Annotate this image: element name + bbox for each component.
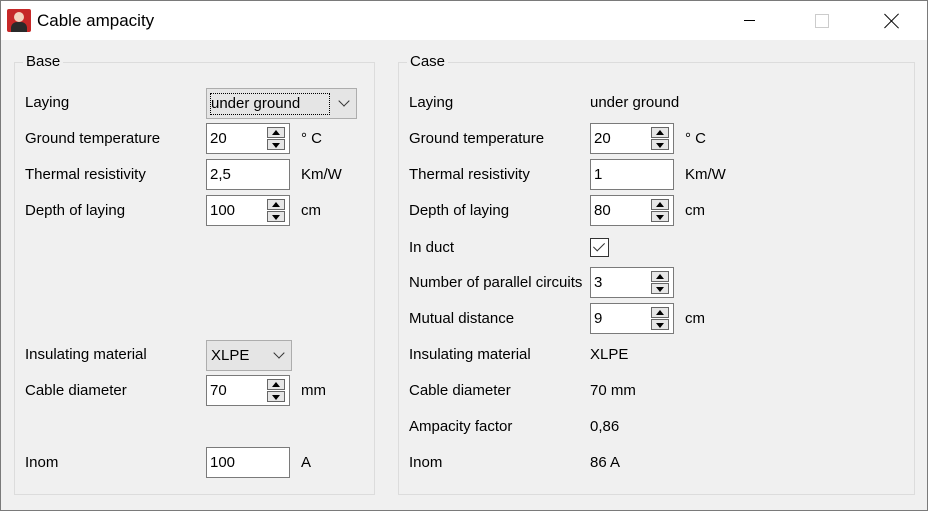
minimize-button[interactable]	[726, 1, 772, 40]
case-parallel-circuits-spinner[interactable]: 3	[590, 267, 674, 298]
window-title: Cable ampacity	[37, 11, 155, 30]
base-depth-spinner[interactable]: 100	[206, 195, 290, 226]
case-laying-label: Laying	[409, 94, 454, 111]
case-thermal-resistivity-unit: Km/W	[685, 166, 726, 183]
base-depth-unit: cm	[301, 202, 321, 219]
cable-ampacity-window: Cable ampacity Base Laying under ground …	[0, 0, 928, 511]
chevron-down-icon	[274, 349, 284, 359]
minimize-icon	[743, 20, 755, 21]
app-icon-head	[14, 12, 24, 22]
title-bar[interactable]: Cable ampacity	[1, 1, 927, 40]
spinner-arrows	[651, 127, 669, 150]
spin-down-arrow-icon[interactable]	[651, 283, 669, 294]
case-mutual-distance-value: 9	[594, 310, 603, 327]
app-icon-body	[11, 22, 27, 32]
base-laying-value: under ground	[211, 95, 301, 112]
base-insulating-material-label: Insulating material	[25, 346, 147, 363]
case-mutual-distance-unit: cm	[685, 310, 705, 327]
case-mutual-distance-label: Mutual distance	[409, 310, 515, 327]
base-cable-diameter-unit: mm	[301, 382, 326, 399]
case-ground-temperature-value: 20	[594, 130, 611, 147]
base-thermal-resistivity-input[interactable]: 2,5	[206, 159, 290, 190]
case-cable-diameter-value: 70 mm	[590, 382, 636, 399]
spin-up-arrow-icon[interactable]	[267, 379, 285, 390]
maximize-button[interactable]	[799, 1, 845, 40]
spin-up-arrow-icon[interactable]	[651, 271, 669, 282]
checkmark-icon	[592, 239, 606, 252]
base-laying-label: Laying	[25, 94, 70, 111]
spinner-arrows	[267, 379, 285, 402]
case-group-title: Case	[407, 53, 449, 70]
base-inom-label: Inom	[25, 454, 59, 471]
spinner-arrows	[651, 271, 669, 294]
case-insulating-material-value: XLPE	[590, 346, 629, 363]
case-in-duct-checkbox[interactable]	[590, 238, 609, 257]
close-button[interactable]	[869, 1, 915, 40]
base-inom-unit: A	[301, 454, 312, 471]
spin-up-arrow-icon[interactable]	[267, 199, 285, 210]
case-ampacity-factor-label: Ampacity factor	[409, 418, 513, 435]
base-inom-value: 100	[210, 454, 236, 471]
spin-up-arrow-icon[interactable]	[651, 127, 669, 138]
case-depth-unit: cm	[685, 202, 705, 219]
spinner-arrows	[651, 199, 669, 222]
spin-down-arrow-icon[interactable]	[267, 391, 285, 402]
spinner-arrows	[267, 199, 285, 222]
case-inom-value: 86 A	[590, 454, 621, 471]
case-ampacity-factor-value: 0,86	[590, 418, 620, 435]
case-parallel-circuits-value: 3	[594, 274, 603, 291]
case-mutual-distance-spinner[interactable]: 9	[590, 303, 674, 334]
case-ground-temperature-label: Ground temperature	[409, 130, 545, 147]
case-parallel-circuits-label: Number of parallel circuits	[409, 274, 583, 291]
case-depth-label: Depth of laying	[409, 202, 510, 219]
base-ground-temperature-unit: ° C	[301, 130, 322, 147]
app-person-icon[interactable]	[7, 9, 31, 32]
base-group-title: Base	[23, 53, 64, 70]
case-in-duct-label: In duct	[409, 239, 455, 256]
case-cable-diameter-label: Cable diameter	[409, 382, 511, 399]
spinner-arrows	[651, 307, 669, 330]
base-thermal-resistivity-value: 2,5	[210, 166, 231, 183]
base-depth-label: Depth of laying	[25, 202, 126, 219]
base-laying-select[interactable]: under ground	[206, 88, 357, 119]
spin-up-arrow-icon[interactable]	[651, 307, 669, 318]
base-cable-diameter-spinner[interactable]: 70	[206, 375, 290, 406]
spin-down-arrow-icon[interactable]	[267, 211, 285, 222]
spin-down-arrow-icon[interactable]	[267, 139, 285, 150]
close-icon	[884, 13, 900, 29]
base-cable-diameter-label: Cable diameter	[25, 382, 127, 399]
case-thermal-resistivity-input[interactable]: 1	[590, 159, 674, 190]
base-inom-input[interactable]: 100	[206, 447, 290, 478]
spin-up-arrow-icon[interactable]	[651, 199, 669, 210]
case-ground-temperature-spinner[interactable]: 20	[590, 123, 674, 154]
spin-down-arrow-icon[interactable]	[651, 319, 669, 330]
base-group: Base	[14, 53, 375, 495]
case-insulating-material-label: Insulating material	[409, 346, 531, 363]
spin-down-arrow-icon[interactable]	[651, 211, 669, 222]
case-depth-value: 80	[594, 202, 611, 219]
chevron-down-icon	[339, 97, 349, 107]
base-thermal-resistivity-label: Thermal resistivity	[25, 166, 146, 183]
case-inom-label: Inom	[409, 454, 443, 471]
base-ground-temperature-label: Ground temperature	[25, 130, 161, 147]
case-laying-value: under ground	[590, 94, 680, 111]
case-depth-spinner[interactable]: 80	[590, 195, 674, 226]
base-insulating-material-select[interactable]: XLPE	[206, 340, 292, 371]
base-depth-value: 100	[210, 202, 236, 219]
maximize-icon	[815, 13, 829, 28]
spinner-arrows	[267, 127, 285, 150]
base-ground-temperature-value: 20	[210, 130, 227, 147]
base-ground-temperature-spinner[interactable]: 20	[206, 123, 290, 154]
base-thermal-resistivity-unit: Km/W	[301, 166, 342, 183]
spin-up-arrow-icon[interactable]	[267, 127, 285, 138]
spin-down-arrow-icon[interactable]	[651, 139, 669, 150]
case-thermal-resistivity-value: 1	[594, 166, 603, 183]
base-insulating-material-value: XLPE	[211, 347, 250, 364]
base-cable-diameter-value: 70	[210, 382, 227, 399]
case-thermal-resistivity-label: Thermal resistivity	[409, 166, 530, 183]
case-ground-temperature-unit: ° C	[685, 130, 706, 147]
